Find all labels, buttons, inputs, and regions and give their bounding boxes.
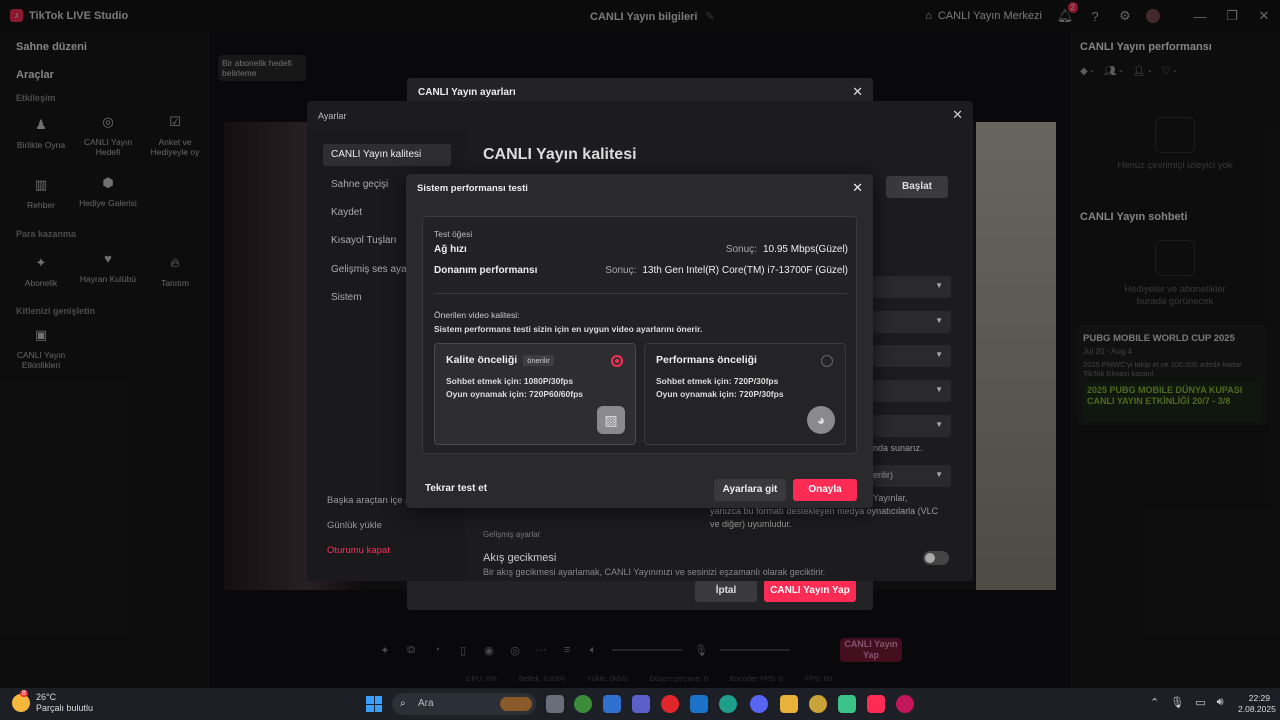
go-live-button[interactable]: CANLI Yayın Yap	[764, 580, 856, 602]
partial-text-1: nda sunarız.	[873, 443, 923, 453]
date: 2.08.2025	[1238, 704, 1276, 714]
hardware-label: Donanım performansı	[434, 265, 538, 276]
retest-button[interactable]: Tekrar test et	[425, 483, 487, 494]
hardware-result: Sonuç: 13th Gen Intel(R) Core(TM) i7-1370…	[605, 265, 848, 276]
search-highlight-icon	[500, 697, 532, 711]
dropdown-5[interactable]: ▼	[873, 415, 951, 437]
partial-text-2: erilir)	[873, 470, 893, 480]
dropdown-2[interactable]: ▼	[873, 311, 951, 333]
chevron-down-icon: ▼	[935, 316, 943, 325]
dropdown-1[interactable]: ▼	[873, 276, 951, 298]
volume-icon[interactable]: 🔊︎	[1217, 696, 1224, 709]
chevron-down-icon: ▼	[935, 281, 943, 290]
weather-desc: Parçalı bulutlu	[36, 703, 94, 713]
close-icon[interactable]: ✕	[952, 107, 963, 123]
weather-icon: 8	[12, 690, 30, 712]
temperature: 26°C	[36, 692, 57, 702]
weather-widget[interactable]: 8 26°C Parçalı bulutlu	[12, 690, 94, 714]
result-label: Sonuç:	[725, 244, 757, 255]
microphone-tray-icon[interactable]: 🎙︎	[1170, 696, 1184, 709]
settings-title: Ayarlar	[318, 111, 347, 121]
file-explorer-icon[interactable]	[780, 695, 798, 713]
network-result: Sonuç: 10.95 Mbps(Güzel)	[726, 244, 848, 255]
chat-quality: Sohbet etmek için: 1080P/30fps	[446, 376, 574, 386]
partial-text-3: Yayınlar,	[873, 493, 908, 503]
weather-badge: 8	[20, 690, 28, 697]
task-view-icon[interactable]	[546, 695, 564, 713]
chevron-down-icon: ▼	[935, 350, 943, 359]
dropdown-3[interactable]: ▼	[873, 345, 951, 367]
network-result-value: 10.95 Mbps(Güzel)	[762, 244, 848, 255]
confirm-button[interactable]: Onayla	[793, 479, 857, 501]
radio-selected[interactable]	[611, 355, 623, 367]
close-icon[interactable]: ✕	[852, 180, 863, 196]
tiktok-live-studio-icon[interactable]	[867, 695, 885, 713]
taskbar-search[interactable]: ⌕ Ara	[392, 693, 536, 715]
search-label: Ara	[418, 698, 434, 709]
cancel-button[interactable]: İptal	[695, 580, 757, 602]
game-quality: Oyun oynamak için: 720P60/60fps	[446, 389, 584, 399]
close-icon[interactable]: ✕	[852, 84, 863, 100]
upload-log-link[interactable]: Günlük yükle	[327, 520, 382, 531]
chevron-down-icon: ▼	[935, 470, 943, 479]
app-icon[interactable]	[838, 695, 856, 713]
chevron-down-icon: ▼	[935, 420, 943, 429]
perf-dialog-title: Sistem performansı testi	[417, 183, 528, 194]
radio-unselected[interactable]	[821, 355, 833, 367]
partial-text-4: yanızca bu formatı destekleyen medya oyn…	[710, 506, 939, 529]
settings-heading: CANLI Yayın kalitesi	[483, 146, 637, 163]
perf-results-panel: Test öğesi Ağ hızı Sonuç: 10.95 Mbps(Güze…	[422, 216, 857, 454]
recommended-quality-label: Önerilen video kalitesi:	[434, 310, 520, 320]
chrome-icon[interactable]	[574, 695, 592, 713]
time: 22:29	[1248, 693, 1270, 703]
image-quality-icon: ▨	[597, 406, 625, 434]
game-quality: Oyun oynamak için: 720P/30fps	[656, 389, 784, 399]
outlook-icon[interactable]	[690, 695, 708, 713]
stream-delay-toggle[interactable]	[923, 551, 949, 565]
opera-icon[interactable]	[661, 695, 679, 713]
teams-icon[interactable]	[632, 695, 650, 713]
chevron-up-icon[interactable]: ⌃	[1150, 696, 1159, 709]
app-window: ♪ TikTok LIVE Studio CANLI Yayın bilgile…	[0, 0, 1280, 688]
windows-start-icon[interactable]	[366, 696, 382, 712]
store-icon[interactable]	[603, 695, 621, 713]
stream-delay-title: Akış gecikmesi	[483, 552, 557, 564]
performance-test-dialog: Sistem performansı testi ✕ Test öğesi Ağ…	[406, 174, 873, 508]
edge-icon[interactable]	[719, 695, 737, 713]
go-to-settings-button[interactable]: Ayarlara git	[714, 479, 786, 501]
recommended-badge: önerilir	[523, 354, 554, 366]
discord-icon[interactable]	[750, 695, 768, 713]
stream-delay-desc: Bir akış gecikmesi ayarlamak, CANLI Yayı…	[483, 567, 826, 577]
recommended-quality-desc: Sistem performans testi sizin için en uy…	[434, 324, 703, 334]
chrome-alt-icon[interactable]	[809, 695, 827, 713]
chevron-down-icon: ▼	[935, 385, 943, 394]
result-label: Sonuç:	[605, 265, 637, 276]
start-test-button[interactable]: Başlat	[886, 176, 948, 198]
taskbar: 8 26°C Parçalı bulutlu ⌕ Ara ⌃ 🎙︎ ▭ 🔊︎ 22:…	[0, 688, 1280, 720]
search-icon: ⌕	[400, 698, 406, 709]
test-item-label: Test öğesi	[434, 229, 473, 239]
media-player-icon[interactable]	[896, 695, 914, 713]
hardware-result-value: 13th Gen Intel(R) Core(TM) i7-13700F (Gü…	[642, 265, 848, 276]
network-speed-label: Ağ hızı	[434, 244, 467, 255]
quality-priority-option[interactable]: Kalite önceliği önerilir Sohbet etmek içi…	[434, 343, 636, 445]
dropdown-4[interactable]: ▼	[873, 380, 951, 402]
chat-quality: Sohbet etmek için: 720P/30fps	[656, 376, 779, 386]
option-title: Kalite önceliği	[446, 354, 518, 366]
speedometer-icon: ◕	[807, 406, 835, 434]
system-tray: ⌃ 🎙︎ ▭ 🔊︎	[1150, 696, 1224, 709]
option-title: Performans önceliği	[656, 354, 757, 366]
performance-priority-option[interactable]: Performans önceliği Sohbet etmek için: 7…	[644, 343, 846, 445]
display-icon[interactable]: ▭	[1195, 696, 1205, 709]
live-settings-title: CANLI Yayın ayarları	[418, 87, 516, 98]
clock[interactable]: 22:29 2.08.2025	[1238, 693, 1276, 715]
nav-live-quality[interactable]: CANLI Yayın kalitesi	[323, 144, 451, 166]
advanced-settings-label: Gelişmiş ayarlar	[483, 530, 541, 539]
divider	[434, 293, 847, 294]
logout-link[interactable]: Oturumu kapat	[327, 545, 390, 556]
